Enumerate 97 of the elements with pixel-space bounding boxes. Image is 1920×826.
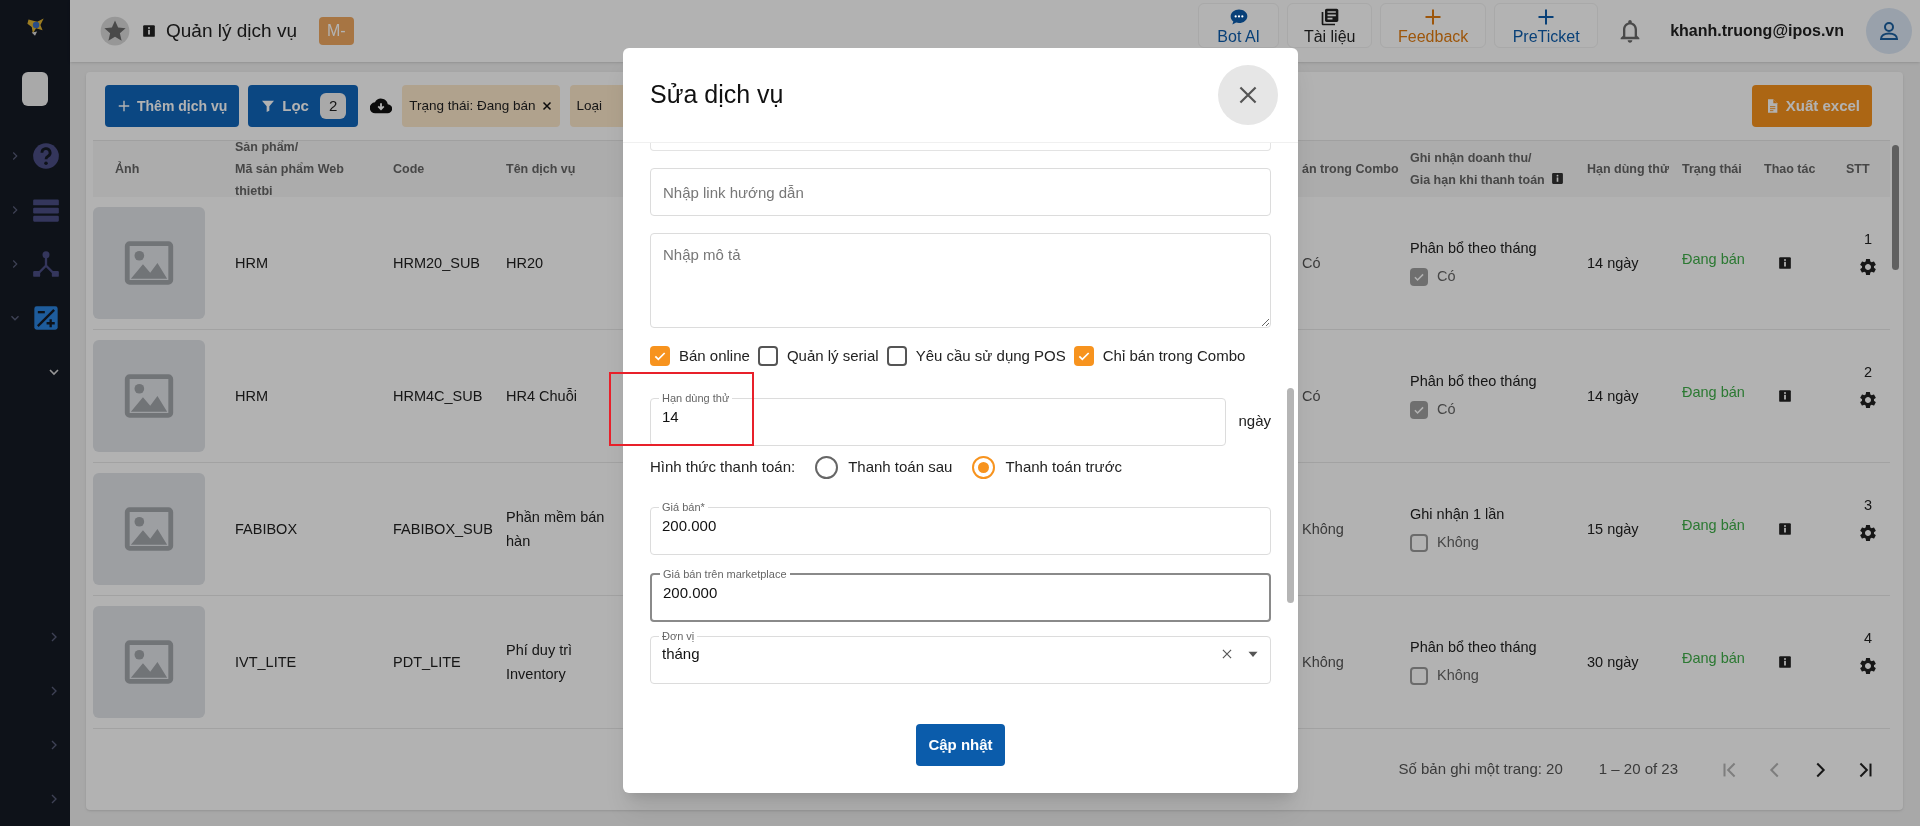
price-field[interactable]: Giá bán* 200.000 [650,500,1271,555]
column-header: Ghi nhận doanh thu/ Gia hạn khi thanh toán [1410,150,1545,189]
value-input[interactable]: 200.000 [659,515,1262,538]
gear-icon[interactable] [1858,256,1878,277]
unit-select[interactable]: Đơn vị tháng [650,629,1271,684]
column-header: Thao tác [1764,161,1816,178]
table-cell: Không [1302,654,1344,670]
radio-option[interactable]: Thanh toán sau [815,455,953,479]
gear-icon[interactable] [1858,522,1878,543]
checkbox-option[interactable]: Bán online [650,344,750,368]
table-cell-text: Ghi nhận 1 lần [1410,505,1506,525]
status-text: Đang bán [1682,384,1745,400]
table-cell: IVT_LITE [235,654,297,670]
table-cell: HRM4C_SUB [393,388,483,404]
table-cell: HR4 Chuỗi [506,388,577,404]
radio-option[interactable]: Thanh toán trước [972,455,1122,479]
table-cell: FABIBOX_SUB [393,521,493,537]
filter-chip[interactable]: Trạng thái: Đang bán [402,85,560,127]
table-cell: HRM [235,255,269,271]
payment-method-label: Hình thức thanh toán: [650,456,796,477]
header-button[interactable]: PreTicket [1494,3,1599,48]
table-cell: 14 ngày [1587,255,1639,271]
user-email: khanh.truong@ipos.vn [1670,21,1844,41]
profile-card[interactable] [22,72,48,106]
unit-suffix: ngày [1238,410,1271,431]
filter-count-badge: 2 [320,93,347,119]
plus-icon [1536,7,1557,27]
column-header: án trong Combo [1302,161,1399,178]
close-icon[interactable] [540,100,553,112]
status-text: Đang bán [1682,650,1745,666]
column-header: Code [393,161,425,178]
column-header: Tên dịch vụ [506,161,576,178]
checkbox-label: Không [1437,666,1479,685]
info-icon[interactable] [1778,655,1792,669]
table-cell-text: Phân bổ theo tháng [1410,372,1538,392]
gear-icon[interactable] [1858,389,1878,410]
value-input[interactable]: 200.000 [660,582,1261,605]
checkbox-option[interactable]: Quản lý serial [757,344,879,368]
info-icon[interactable] [1778,389,1792,403]
table-cell: Có [1302,388,1321,404]
info-icon [142,24,156,38]
table-cell-text: Phân bổ theo tháng [1410,638,1538,658]
table-cell-text: 4 [1863,629,1873,649]
gear-icon[interactable] [1858,655,1878,676]
checkbox-label: Có [1437,267,1456,286]
table-cell: Phần mềm bán hàn [506,509,605,549]
header-button[interactable]: Bot AI [1198,3,1280,48]
edit-square-icon[interactable] [32,304,60,332]
filter-button[interactable]: Lọc 2 [248,85,359,127]
user-avatar[interactable] [1866,8,1912,54]
table-cell: 15 ngày [1587,521,1639,537]
header-button[interactable]: Tài liệu [1287,3,1373,48]
chat-bubble-icon [1228,7,1249,27]
update-button[interactable]: Cập nhật [916,724,1005,766]
info-icon[interactable] [1778,256,1792,270]
add-service-button[interactable]: Thêm dịch vụ [105,85,240,127]
link-input-field[interactable]: Nhập link hướng dẫn [650,168,1271,216]
page-title: Quản lý dịch vụ [166,18,297,43]
price-field[interactable]: Giá bán trên marketplace 200.000 [650,567,1271,622]
table-cell: HRM [235,388,269,404]
table-cell: HR20 [506,255,544,271]
column-header: Sản phẩm/ Mã sản phẩm Web thietbi [235,139,345,200]
column-header: Trạng thái [1682,161,1742,178]
column-header: Hạn dùng thử [1587,161,1669,178]
column-header: STT [1846,161,1870,178]
description-textarea[interactable]: Nhập mô tả [650,233,1271,328]
scrollbar-thumb[interactable] [1892,145,1899,270]
table-cell-text: 3 [1863,496,1873,516]
plus-icon [1423,7,1444,27]
checkbox-option[interactable]: Yêu cầu sử dụng POS [886,344,1066,368]
table-cell: Không [1302,521,1344,537]
checkbox-option[interactable]: Chỉ bán trong Combo [1073,344,1246,368]
book-icon [1319,7,1340,27]
table-cell: HRM20_SUB [393,255,481,271]
table-cell: 30 ngày [1587,654,1639,670]
mode-badge: M- [318,17,354,45]
page-range-label: 1 – 20 of 23 [1598,759,1678,780]
table-cell: FABIBOX [235,521,298,537]
user-icon [1877,19,1901,43]
column-header: Ảnh [115,160,140,178]
scrollbar-thumb[interactable] [1287,388,1294,603]
page-size-label: Số bản ghi một trang: 20 [1398,759,1563,780]
status-text: Đang bán [1682,517,1745,533]
info-icon[interactable] [1550,171,1564,185]
table-cell: Có [1302,255,1321,271]
table-cell: Phí duy trì Inventory [506,642,573,682]
checkbox-label: Có [1437,400,1456,419]
plus-icon [117,99,131,113]
status-text: Đang bán [1682,251,1745,267]
table-cell-text: 2 [1863,363,1873,383]
checkbox-label: Không [1437,533,1479,552]
table-cell: PDT_LITE [393,654,461,670]
table-cell: 14 ngày [1587,388,1639,404]
info-icon[interactable] [1778,522,1792,536]
value-input[interactable]: 14 [659,406,1218,429]
table-cell-text: Phân bổ theo tháng [1410,239,1538,259]
table-cell-text: 1 [1863,230,1873,250]
